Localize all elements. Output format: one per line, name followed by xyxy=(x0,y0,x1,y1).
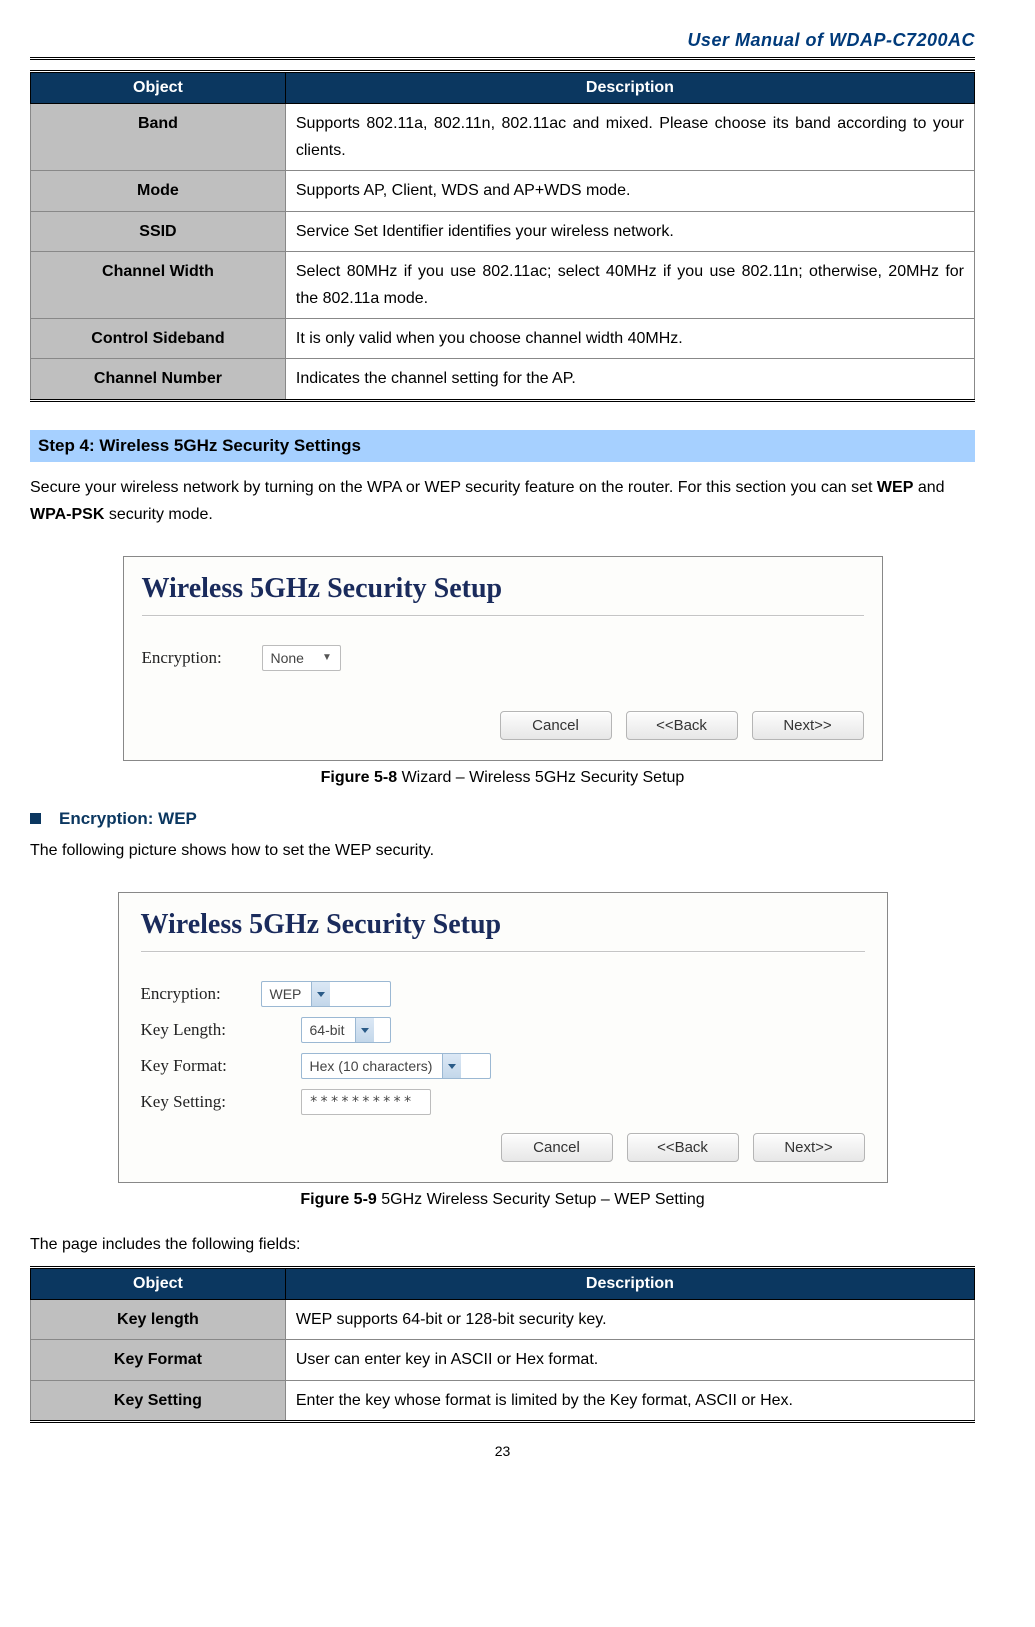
step4-heading: Step 4: Wireless 5GHz Security Settings xyxy=(30,430,975,462)
figure-5-9-bold: Figure 5-9 xyxy=(300,1191,376,1208)
t2-head-description: Description xyxy=(285,1268,974,1300)
step4-intro-b1: WEP xyxy=(877,479,913,496)
t2-keylength-obj: Key length xyxy=(31,1300,286,1340)
ss1-encryption-value: None xyxy=(271,650,304,666)
figure-5-9-rest: 5GHz Wireless Security Setup – WEP Setti… xyxy=(377,1191,705,1208)
ss2-hr xyxy=(141,951,865,953)
t2-keyformat-obj: Key Format xyxy=(31,1340,286,1380)
ss2-encryption-value: WEP xyxy=(270,986,302,1002)
object-description-table-2: Object Description Key length WEP suppor… xyxy=(30,1266,975,1423)
ss1-title: Wireless 5GHz Security Setup xyxy=(142,573,864,605)
step4-intro: Secure your wireless network by turning … xyxy=(30,474,975,528)
step4-intro-1: Secure your wireless network by turning … xyxy=(30,479,877,496)
step4-intro-mid: and xyxy=(913,479,944,496)
next-button[interactable]: Next>> xyxy=(752,711,864,740)
ss2-keyformat-value: Hex (10 characters) xyxy=(310,1058,433,1074)
t1-head-object: Object xyxy=(31,72,286,104)
t2-keylength-desc: WEP supports 64-bit or 128-bit security … xyxy=(285,1300,974,1340)
t1-band-obj: Band xyxy=(31,104,286,171)
t1-mode-obj: Mode xyxy=(31,171,286,211)
chevron-down-icon xyxy=(442,1054,461,1078)
ss2-title: Wireless 5GHz Security Setup xyxy=(141,909,865,941)
cancel-button[interactable]: Cancel xyxy=(501,1133,613,1162)
chevron-down-icon xyxy=(311,982,330,1006)
screenshot-5ghz-security-wep: Wireless 5GHz Security Setup Encryption:… xyxy=(118,892,888,1183)
chevron-down-icon xyxy=(355,1018,374,1042)
back-button[interactable]: <<Back xyxy=(626,711,738,740)
ss2-keyformat-select[interactable]: Hex (10 characters) xyxy=(301,1053,491,1079)
wep-intro-text: The following picture shows how to set t… xyxy=(30,837,975,864)
t1-cs-desc: It is only valid when you choose channel… xyxy=(285,319,974,359)
t1-cn-desc: Indicates the channel setting for the AP… xyxy=(285,359,974,400)
ss1-hr xyxy=(142,615,864,617)
ss2-keylength-value: 64-bit xyxy=(310,1022,345,1038)
page-header-title: User Manual of WDAP-C7200AC xyxy=(30,30,975,51)
ss2-encryption-label: Encryption: xyxy=(141,984,261,1004)
bullet-encryption-wep-text: Encryption: WEP xyxy=(59,809,197,829)
figure-5-9-caption: Figure 5-9 5GHz Wireless Security Setup … xyxy=(30,1191,975,1209)
ss2-keylength-label: Key Length: xyxy=(141,1020,261,1040)
ss1-encryption-select[interactable]: None ▼ xyxy=(262,645,341,671)
t1-cs-obj: Control Sideband xyxy=(31,319,286,359)
page-number: 23 xyxy=(30,1443,975,1459)
ss2-encryption-select[interactable]: WEP xyxy=(261,981,391,1007)
ss1-encryption-label: Encryption: xyxy=(142,648,262,668)
bullet-encryption-wep: Encryption: WEP xyxy=(30,809,975,829)
fields-intro: The page includes the following fields: xyxy=(30,1231,975,1258)
square-bullet-icon xyxy=(30,813,41,824)
t1-head-description: Description xyxy=(285,72,974,104)
t2-keysetting-obj: Key Setting xyxy=(31,1380,286,1421)
figure-5-8-bold: Figure 5-8 xyxy=(321,769,397,786)
ss2-keyformat-label: Key Format: xyxy=(141,1056,261,1076)
screenshot-5ghz-security-none: Wireless 5GHz Security Setup Encryption:… xyxy=(123,556,883,761)
cancel-button[interactable]: Cancel xyxy=(500,711,612,740)
t2-keysetting-desc: Enter the key whose format is limited by… xyxy=(285,1380,974,1421)
t1-cw-obj: Channel Width xyxy=(31,251,286,318)
chevron-down-icon: ▼ xyxy=(322,652,332,663)
t1-cn-obj: Channel Number xyxy=(31,359,286,400)
t1-cw-desc: Select 80MHz if you use 802.11ac; select… xyxy=(285,251,974,318)
t1-band-desc: Supports 802.11a, 802.11n, 802.11ac and … xyxy=(285,104,974,171)
t1-ssid-obj: SSID xyxy=(31,211,286,251)
ss2-keysetting-label: Key Setting: xyxy=(141,1092,261,1112)
object-description-table-1: Object Description Band Supports 802.11a… xyxy=(30,70,975,402)
figure-5-8-rest: Wizard – Wireless 5GHz Security Setup xyxy=(397,769,684,786)
next-button[interactable]: Next>> xyxy=(753,1133,865,1162)
ss2-keysetting-input[interactable]: ********** xyxy=(301,1089,431,1115)
ss2-keylength-select[interactable]: 64-bit xyxy=(301,1017,391,1043)
t2-keyformat-desc: User can enter key in ASCII or Hex forma… xyxy=(285,1340,974,1380)
header-rule xyxy=(30,57,975,60)
t1-mode-desc: Supports AP, Client, WDS and AP+WDS mode… xyxy=(285,171,974,211)
back-button[interactable]: <<Back xyxy=(627,1133,739,1162)
t1-ssid-desc: Service Set Identifier identifies your w… xyxy=(285,211,974,251)
step4-intro-end: security mode. xyxy=(104,506,212,523)
t2-head-object: Object xyxy=(31,1268,286,1300)
step4-intro-b2: WPA-PSK xyxy=(30,506,104,523)
figure-5-8-caption: Figure 5-8 Wizard – Wireless 5GHz Securi… xyxy=(30,769,975,787)
